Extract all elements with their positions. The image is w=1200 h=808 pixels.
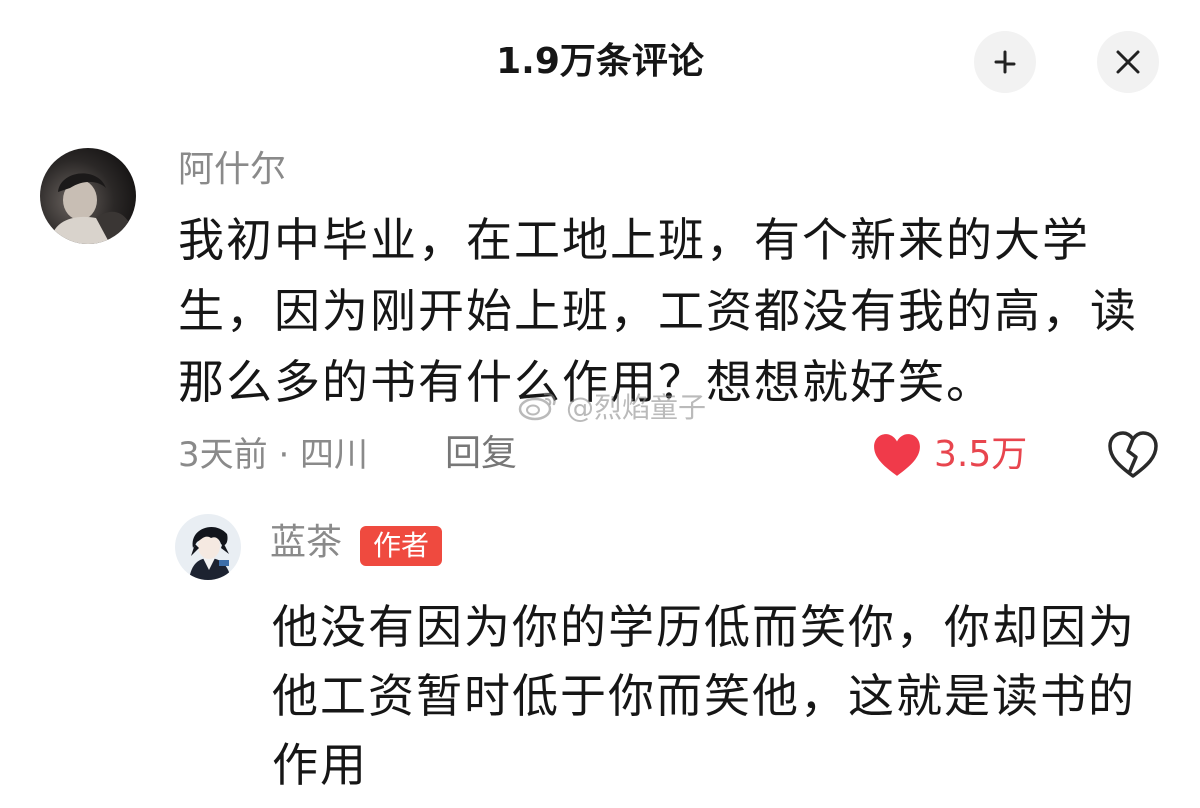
replier-username[interactable]: 蓝茶 xyxy=(270,520,342,566)
reply-text[interactable]: 他没有因为你的学历低而笑你，你却因为 他工资暂时低于你而笑他，这就是读书的 作用 xyxy=(272,593,1182,800)
commenter-avatar[interactable] xyxy=(40,148,136,244)
like-button[interactable]: 3.5万 xyxy=(872,428,1027,482)
collapse-icon[interactable] xyxy=(974,31,1036,93)
reply-line: 作用 xyxy=(272,738,368,792)
anime-avatar xyxy=(175,514,241,580)
watermark-text: @烈焰童子 xyxy=(566,391,707,424)
weibo-icon xyxy=(518,392,556,421)
like-count: 3.5万 xyxy=(934,434,1028,475)
heart-filled-icon[interactable] xyxy=(872,432,922,478)
reply-line: 他没有因为你的学历低而笑你，你却因为 xyxy=(272,600,1136,654)
watermark: @烈焰童子 xyxy=(518,386,706,426)
replier-avatar[interactable] xyxy=(175,514,241,580)
close-button[interactable] xyxy=(1097,31,1159,93)
collapse-button[interactable] xyxy=(974,31,1036,93)
user-avatar-photo xyxy=(40,148,136,244)
dislike-button[interactable] xyxy=(1106,429,1160,481)
author-badge: 作者 xyxy=(360,526,442,566)
reply-line: 他工资暂时低于你而笑他，这就是读书的 xyxy=(272,669,1136,723)
comment-time-location: 3天前 · 四川 xyxy=(178,435,369,475)
reply-button[interactable]: 回复 xyxy=(445,431,517,477)
broken-heart-icon[interactable] xyxy=(1106,429,1160,481)
comment-line: 生，因为刚开始上班，工资都没有我的高，读 xyxy=(178,284,1138,338)
comment-line: 我初中毕业，在工地上班，有个新来的大学 xyxy=(178,213,1090,267)
close-icon[interactable] xyxy=(1097,31,1159,93)
commenter-username[interactable]: 阿什尔 xyxy=(178,147,286,193)
